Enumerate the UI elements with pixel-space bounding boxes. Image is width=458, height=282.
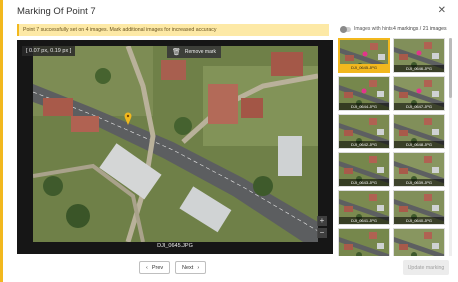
thumbnail-item[interactable] (338, 228, 390, 256)
marking-dialog: Marking Of Point 7 ✕ Point 7 successfull… (0, 0, 458, 282)
hints-toggle-group[interactable]: Images with hints (340, 25, 393, 33)
thumbnail-item[interactable]: DJI_0647.JPG (393, 76, 445, 111)
next-label: Next (182, 264, 194, 271)
thumbnail-label: DJI_0642.JPG (339, 141, 389, 148)
thumbnail-label: DJI_0648.JPG (394, 141, 444, 148)
thumbnail-label: DJI_0646.JPG (394, 65, 444, 72)
chevron-right-icon: › (197, 264, 200, 271)
thumbnail-label: DJI_0647.JPG (394, 103, 444, 110)
update-marking-button[interactable]: Update marking (403, 260, 449, 275)
next-button[interactable]: Next › (175, 261, 207, 274)
thumbnail-item[interactable]: DJI_0645.JPG (338, 38, 390, 73)
hints-toggle-label: Images with hints (354, 26, 393, 32)
zoom-in-button[interactable]: + (317, 216, 327, 226)
chevron-left-icon: ‹ (146, 264, 148, 271)
image-viewer[interactable]: [ 0.07 px, 0.19 px ] 🗑 Remove mark + − D… (17, 40, 333, 254)
thumbnail-image (339, 232, 389, 256)
thumbnail-label: DJI_0640.JPG (394, 217, 444, 224)
thumbnail-scrollbar[interactable] (449, 38, 452, 256)
thumbnail-label: DJI_0641.JPG (339, 217, 389, 224)
remove-mark-label: Remove mark (184, 49, 217, 55)
markings-count: 4 markings / 21 images (393, 26, 447, 32)
thumbnail-label: DJI_0643.JPG (339, 179, 389, 186)
remove-mark-button[interactable]: 🗑 Remove mark (167, 46, 222, 58)
thumbnail-item[interactable]: DJI_0640.JPG (393, 190, 445, 225)
prev-button[interactable]: ‹ Prev (139, 261, 171, 274)
thumbnail-item[interactable]: DJI_0641.JPG (338, 190, 390, 225)
thumbnail-item[interactable]: DJI_0639.JPG (393, 152, 445, 187)
thumbnail-label: DJI_0644.JPG (339, 103, 389, 110)
thumbnail-item[interactable] (393, 228, 445, 256)
scrollbar-thumb[interactable] (449, 38, 452, 98)
dialog-title: Marking Of Point 7 (17, 6, 96, 17)
thumbnail-item[interactable]: DJI_0646.JPG (393, 38, 445, 73)
thumbnail-item[interactable]: DJI_0643.JPG (338, 152, 390, 187)
status-banner: Point 7 successfully set on 4 images. Ma… (17, 24, 329, 36)
thumbnail-item[interactable]: DJI_0642.JPG (338, 114, 390, 149)
hints-toggle[interactable] (340, 25, 351, 33)
aerial-photo (33, 46, 318, 242)
zoom-out-button[interactable]: − (317, 228, 327, 238)
close-icon[interactable]: ✕ (438, 5, 446, 16)
aerial-image[interactable] (33, 46, 318, 242)
thumbnail-item[interactable]: DJI_0648.JPG (393, 114, 445, 149)
thumbnail-item[interactable]: DJI_0644.JPG (338, 76, 390, 111)
image-filename: DJI_0645.JPG (157, 243, 193, 249)
coordinate-readout: [ 0.07 px, 0.19 px ] (22, 46, 76, 56)
thumbnail-label: DJI_0639.JPG (394, 179, 444, 186)
thumbnail-image (394, 232, 444, 256)
trash-icon: 🗑 (172, 49, 181, 56)
thumbnail-list[interactable]: DJI_0645.JPG DJI_0646.JPG DJI_0644.JPG DJI_… (338, 38, 448, 256)
thumbnail-label: DJI_0645.JPG (340, 64, 388, 71)
prev-label: Prev (151, 264, 164, 271)
